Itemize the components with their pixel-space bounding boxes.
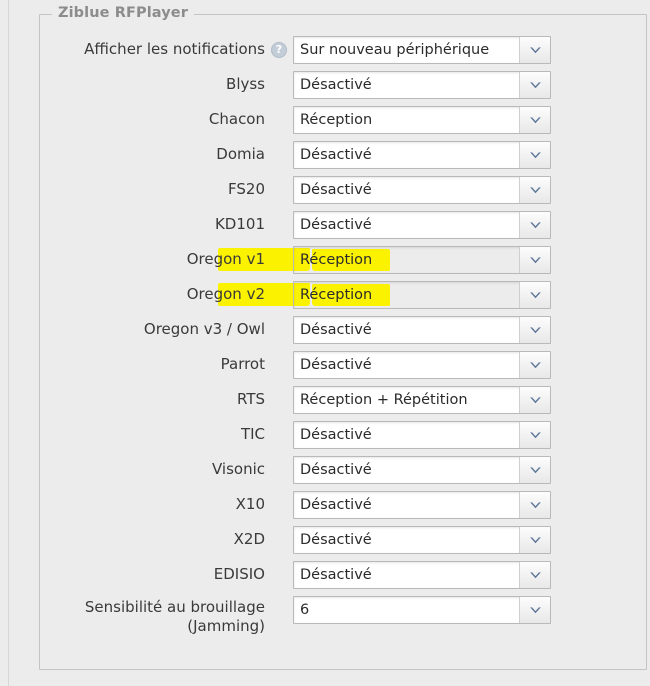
select-edisio[interactable]: Désactivé <box>293 561 551 589</box>
select-x10[interactable]: Désactivé <box>293 491 551 519</box>
chevron-down-icon[interactable] <box>519 352 550 378</box>
ziblue-rfplayer-panel: Ziblue RFPlayer Afficher les notificatio… <box>39 14 647 670</box>
form-row-notifications: Afficher les notifications? Sur nouveau p… <box>40 33 646 68</box>
form-row-parrot: Parrot Désactivé <box>40 348 646 383</box>
form-row-oregon-v3-owl: Oregon v3 / Owl Désactivé <box>40 313 646 348</box>
select-oregon-v2[interactable]: Réception <box>293 281 551 309</box>
select-value-oregon-v2: Réception <box>294 282 519 308</box>
select-value-blyss: Désactivé <box>294 72 519 98</box>
select-domia[interactable]: Désactivé <box>293 141 551 169</box>
label-kd101: KD101 <box>40 208 265 233</box>
select-notifications[interactable]: Sur nouveau périphérique <box>293 36 551 64</box>
chevron-down-icon[interactable] <box>519 107 550 133</box>
chevron-down-icon[interactable] <box>519 177 550 203</box>
form-row-fs20: FS20 Désactivé <box>40 173 646 208</box>
form-row-domia: Domia Désactivé <box>40 138 646 173</box>
select-rts[interactable]: Réception + Répétition <box>293 386 551 414</box>
form-row-x2d: X2D Désactivé <box>40 523 646 558</box>
chevron-down-icon[interactable] <box>519 37 550 63</box>
form-row-kd101: KD101 Désactivé <box>40 208 646 243</box>
select-chacon[interactable]: Réception <box>293 106 551 134</box>
form-row-jamming-sensitivity: Sensibilité au brouillage (Jamming)6 <box>40 593 646 628</box>
select-value-visonic: Désactivé <box>294 457 519 483</box>
select-value-x10: Désactivé <box>294 492 519 518</box>
label-notifications: Afficher les notifications <box>40 33 265 58</box>
form-row-edisio: EDISIO Désactivé <box>40 558 646 593</box>
select-value-chacon: Réception <box>294 107 519 133</box>
label-chacon: Chacon <box>40 103 265 128</box>
label-rts: RTS <box>40 383 265 408</box>
chevron-down-icon[interactable] <box>519 422 550 448</box>
chevron-down-icon[interactable] <box>519 597 550 623</box>
chevron-down-icon[interactable] <box>519 317 550 343</box>
select-visonic[interactable]: Désactivé <box>293 456 551 484</box>
select-kd101[interactable]: Désactivé <box>293 211 551 239</box>
page-frame: Ziblue RFPlayer Afficher les notificatio… <box>8 0 650 686</box>
select-value-oregon-v3-owl: Désactivé <box>294 317 519 343</box>
select-jamming-sensitivity[interactable]: 6 <box>293 596 551 624</box>
label-edisio: EDISIO <box>40 558 265 583</box>
form-row-oregon-v2: Oregon v2 Réception <box>40 278 646 313</box>
help-icon[interactable]: ? <box>271 42 287 58</box>
form-row-visonic: Visonic Désactivé <box>40 453 646 488</box>
chevron-down-icon[interactable] <box>519 247 550 273</box>
form-row-chacon: Chacon Réception <box>40 103 646 138</box>
select-x2d[interactable]: Désactivé <box>293 526 551 554</box>
chevron-down-icon[interactable] <box>519 212 550 238</box>
form-row-tic: TIC Désactivé <box>40 418 646 453</box>
select-parrot[interactable]: Désactivé <box>293 351 551 379</box>
label-oregon-v3-owl: Oregon v3 / Owl <box>40 313 265 338</box>
form-row-oregon-v1: Oregon v1 Réception <box>40 243 646 278</box>
label-oregon-v1: Oregon v1 <box>40 243 265 268</box>
settings-form: Afficher les notifications? Sur nouveau p… <box>40 33 646 628</box>
select-value-oregon-v1: Réception <box>294 247 519 273</box>
select-blyss[interactable]: Désactivé <box>293 71 551 99</box>
chevron-down-icon[interactable] <box>519 282 550 308</box>
label-x10: X10 <box>40 488 265 513</box>
label-visonic: Visonic <box>40 453 265 478</box>
select-value-jamming-sensitivity: 6 <box>294 597 519 623</box>
form-row-x10: X10 Désactivé <box>40 488 646 523</box>
chevron-down-icon[interactable] <box>519 72 550 98</box>
label-x2d: X2D <box>40 523 265 548</box>
chevron-down-icon[interactable] <box>519 142 550 168</box>
label-fs20: FS20 <box>40 173 265 198</box>
label-parrot: Parrot <box>40 348 265 373</box>
select-value-kd101: Désactivé <box>294 212 519 238</box>
chevron-down-icon[interactable] <box>519 492 550 518</box>
chevron-down-icon[interactable] <box>519 387 550 413</box>
panel-legend: Ziblue RFPlayer <box>52 5 194 21</box>
select-value-domia: Désactivé <box>294 142 519 168</box>
select-value-fs20: Désactivé <box>294 177 519 203</box>
select-value-rts: Réception + Répétition <box>294 387 519 413</box>
form-row-rts: RTS Réception + Répétition <box>40 383 646 418</box>
select-tic[interactable]: Désactivé <box>293 421 551 449</box>
label-jamming-sensitivity: Sensibilité au brouillage (Jamming) <box>40 593 265 636</box>
select-oregon-v1[interactable]: Réception <box>293 246 551 274</box>
select-oregon-v3-owl[interactable]: Désactivé <box>293 316 551 344</box>
chevron-down-icon[interactable] <box>519 562 550 588</box>
form-row-blyss: Blyss Désactivé <box>40 68 646 103</box>
label-domia: Domia <box>40 138 265 163</box>
chevron-down-icon[interactable] <box>519 527 550 553</box>
select-value-parrot: Désactivé <box>294 352 519 378</box>
label-blyss: Blyss <box>40 68 265 93</box>
select-value-notifications: Sur nouveau périphérique <box>294 37 519 63</box>
select-value-tic: Désactivé <box>294 422 519 448</box>
select-value-x2d: Désactivé <box>294 527 519 553</box>
label-tic: TIC <box>40 418 265 443</box>
chevron-down-icon[interactable] <box>519 457 550 483</box>
select-value-edisio: Désactivé <box>294 562 519 588</box>
label-oregon-v2: Oregon v2 <box>40 278 265 303</box>
select-fs20[interactable]: Désactivé <box>293 176 551 204</box>
